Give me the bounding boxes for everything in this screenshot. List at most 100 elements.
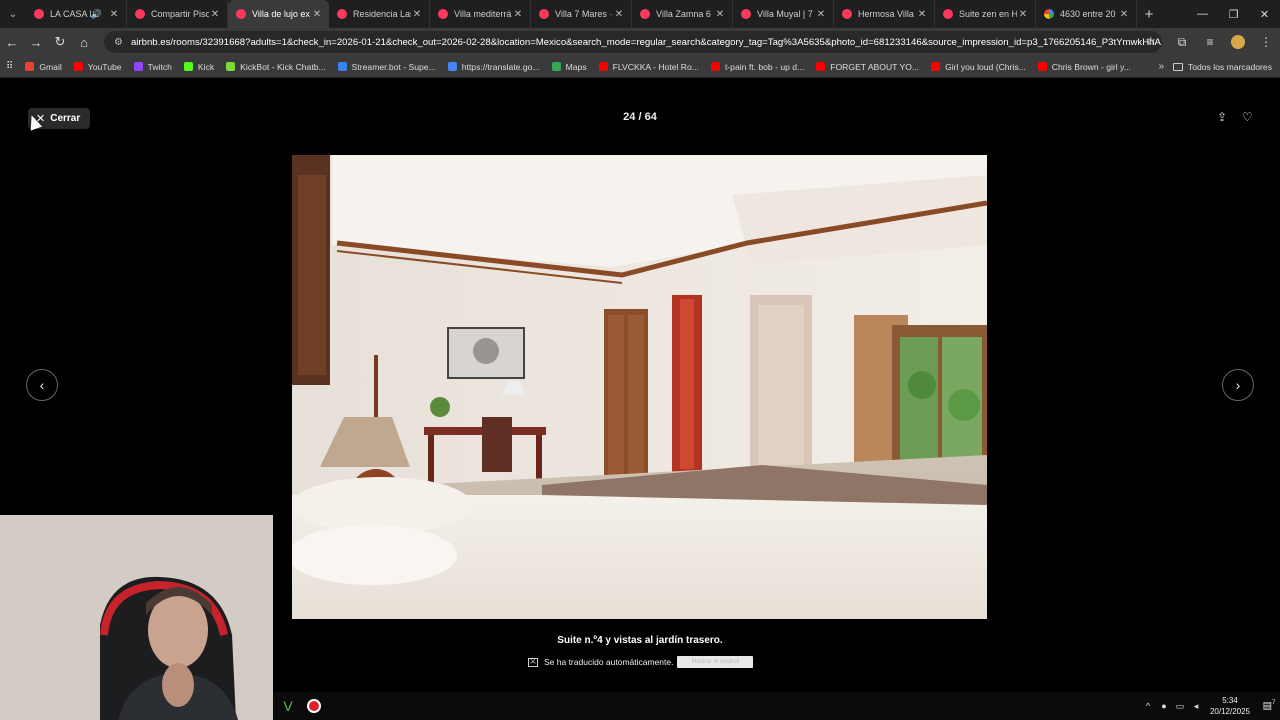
tab-search-menu-icon[interactable]: ⌄ [0,0,26,28]
tray-chevron-icon[interactable]: ^ [1140,701,1156,711]
tab-3[interactable]: Residencia Las ✕ [329,0,430,28]
new-tab-button[interactable]: + [1137,6,1161,23]
bookmark-item[interactable]: KickBot - Kick Chatb... [220,62,332,72]
bookmark-item[interactable]: Girl you loud (Chris... [925,62,1032,72]
tab-close-icon[interactable]: ✕ [1118,9,1130,20]
bookmark-item[interactable]: Twitch [128,62,178,72]
bookmark-label: FORGET ABOUT YO... [830,61,920,72]
close-window-icon[interactable]: ✕ [1249,0,1280,28]
tab-title: Compartir Piso [151,9,209,19]
bookmark-label: YouTube [87,61,122,72]
taskbar: V ^ ● ▭ ◂ 5:34 20/12/2025 ▤7 [273,692,1280,720]
back-icon[interactable]: ← [0,30,24,54]
tab-title: Suite zen en H [959,9,1017,19]
network-icon[interactable]: ▭ [1172,701,1188,712]
bookmark-item[interactable]: FLVCKKA - Hotel Ro... [593,62,705,72]
address-bar[interactable]: ⚙ airbnb.es/rooms/32391668?adults=1&chec… [104,31,1162,53]
all-bookmarks-folder[interactable]: Todos los marcadores [1172,56,1272,78]
restore-icon[interactable]: ❐ [1218,0,1249,28]
save-heart-icon[interactable]: ♡ [1242,110,1253,124]
tab-0[interactable]: LA CASA D🔊 ✕ [26,0,127,28]
bookmark-item[interactable]: Streamer.bot - Supe... [332,62,442,72]
previous-photo-button[interactable]: ‹ [26,369,58,401]
reload-icon[interactable]: ↻ [48,30,72,54]
app-icon-record[interactable] [303,695,325,717]
bookmark-item[interactable]: Kick [178,62,220,72]
site-info-icon[interactable]: ⚙ [114,37,123,48]
tab-close-icon[interactable]: ✕ [108,9,120,20]
show-original-button[interactable]: Mostrar el original [677,656,754,668]
bookmark-item[interactable]: FORGET ABOUT YO... [810,62,925,72]
navigation-bar: ← → ↻ ⌂ ⚙ airbnb.es/rooms/32391668?adult… [0,28,1280,56]
tab-7[interactable]: Villa Muyal | 7 ✕ [733,0,834,28]
tab-6[interactable]: Villa Zamna 6 ✕ [632,0,733,28]
url-text: airbnb.es/rooms/32391668?adults=1&check_… [130,36,1162,48]
tab-8[interactable]: Hermosa Villa ✕ [834,0,935,28]
bookmark-label: Girl you loud (Chris... [945,61,1026,72]
streamer-webcam-illustration [0,515,273,720]
tab-title: Residencia Las [353,9,411,19]
tab-close-icon[interactable]: ✕ [714,9,726,20]
tab-close-icon[interactable]: ✕ [916,9,928,20]
tab-title: Villa Muyal | 7 [757,9,813,19]
tab-5[interactable]: Villa 7 Mares · ✕ [531,0,632,28]
forward-icon[interactable]: → [24,30,48,54]
apps-grid-icon[interactable]: ⠿ [0,61,19,72]
tab-1[interactable]: Compartir Piso ✕ [127,0,228,28]
bookmark-label: Streamer.bot - Supe... [351,61,436,72]
tab-title: Hermosa Villa [858,9,914,19]
extensions-icon[interactable]: ⧉ [1168,35,1196,50]
volume-icon[interactable]: ◂ [1188,701,1204,712]
close-label: Cerrar [50,113,81,124]
airbnb-favicon-icon [337,9,347,19]
next-photo-button[interactable]: › [1222,369,1254,401]
bookmark-favicon-icon [551,62,561,71]
bookmark-item[interactable]: Gmail [19,62,67,72]
bookmark-item[interactable]: Maps [546,62,593,72]
tab-close-icon[interactable]: ✕ [411,9,423,20]
clock-date: 20/12/2025 [1209,707,1250,716]
bookmark-item[interactable]: Chris Brown - girl y... [1032,62,1137,72]
bookmark-label: t-pain ft. bob - up d... [724,61,805,72]
tab-10[interactable]: 4630 entre 20 ✕ [1036,0,1137,28]
tab-close-icon[interactable]: ✕ [815,9,827,20]
browser-menu-icon[interactable]: ⋮ [1252,35,1280,49]
bookmark-label: KickBot - Kick Chatb... [240,61,326,72]
tab-close-icon[interactable]: ✕ [209,9,221,20]
share-icon[interactable]: ⇪ [1217,110,1227,124]
tab-title: Villa mediterrá [454,9,512,19]
tab-2[interactable]: Villa de lujo ex ✕ [228,0,329,28]
notification-count: 7 [1272,700,1276,707]
profile-avatar[interactable] [1231,35,1245,49]
tab-close-icon[interactable]: ✕ [512,9,524,20]
bookmark-item[interactable]: https://translate.go... [442,62,546,72]
app-icon-green[interactable]: V [277,695,299,717]
bookmark-favicon-icon [25,62,35,71]
bookmark-favicon-icon [931,62,941,71]
bookmark-label: Chris Brown - girl y... [1051,61,1131,72]
home-icon[interactable]: ⌂ [72,30,96,54]
tab-title: Villa 7 Mares · [555,9,613,19]
bookmark-favicon-icon [598,62,608,71]
notifications-icon[interactable]: ▤7 [1258,700,1280,711]
tab-audio-icon[interactable]: 🔊 [91,9,102,20]
tab-close-icon[interactable]: ✕ [311,9,323,20]
bookmark-star-icon[interactable]: ☆ [1145,34,1156,48]
tab-close-icon[interactable]: ✕ [1017,9,1029,20]
bookmark-item[interactable]: t-pain ft. bob - up d... [705,62,810,72]
clock[interactable]: 5:34 20/12/2025 [1210,695,1250,717]
bookmark-item[interactable]: YouTube [68,62,128,72]
translated-note: Se ha traducido automáticamente. [544,657,674,667]
more-bookmarks-icon[interactable]: » [1158,56,1164,78]
bookmark-label: Kick [197,61,215,72]
minimize-icon[interactable]: — [1187,0,1218,28]
clock-time: 5:34 [1222,696,1238,705]
tab-4[interactable]: Villa mediterrá ✕ [430,0,531,28]
bookmark-label: FLVCKKA - Hotel Ro... [612,61,699,72]
microphone-icon[interactable]: ● [1156,701,1172,711]
tab-close-icon[interactable]: ✕ [613,9,625,20]
webcam-overlay [0,515,273,720]
tab-9[interactable]: Suite zen en H ✕ [935,0,1036,28]
bookmark-favicon-icon [447,62,457,71]
media-controls-icon[interactable]: ≡ [1196,35,1224,49]
